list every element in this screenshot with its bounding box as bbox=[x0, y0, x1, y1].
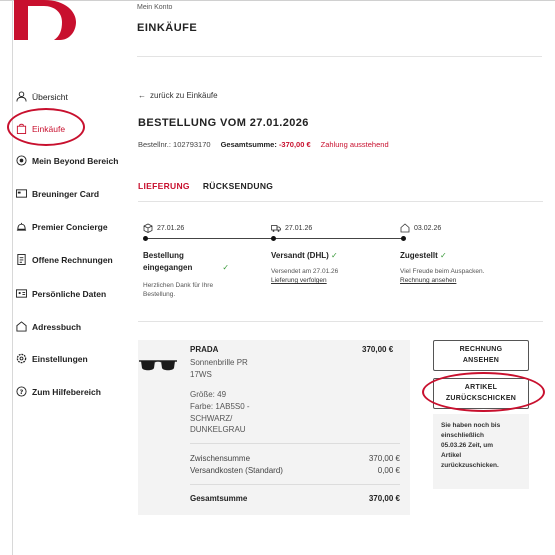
account-label: Mein Konto bbox=[137, 4, 173, 11]
sidebar-item-label: Übersicht bbox=[32, 91, 68, 102]
package-icon bbox=[143, 223, 153, 233]
order-title: BESTELLUNG VOM 27.01.2026 bbox=[138, 117, 309, 129]
svg-text:?: ? bbox=[20, 388, 24, 396]
product-name[interactable]: Sonnenbrille PR 17WS bbox=[190, 357, 280, 380]
sidebar-item-label: Einstellungen bbox=[32, 353, 88, 364]
sidebar-item-card[interactable]: Breuninger Card bbox=[16, 188, 99, 199]
sidebar-item-open-invoices[interactable]: Offene Rechnungen bbox=[16, 254, 113, 265]
annotation-circle-purchases bbox=[7, 108, 85, 146]
card-icon bbox=[16, 189, 27, 198]
order-number: Bestellnr.: 102793170 bbox=[138, 140, 211, 149]
timeline-step-shipped-text: Versendet am 27.01.26 bbox=[271, 268, 339, 275]
sidebar-item-label: Mein Beyond Bereich bbox=[32, 155, 119, 166]
order-meta: Bestellnr.: 102793170 Gesamtsumme: -370,… bbox=[138, 140, 389, 149]
view-invoice-button[interactable]: RECHNUNG ANSEHEN bbox=[433, 340, 529, 371]
sidebar-item-help[interactable]: ? Zum Hilfebereich bbox=[16, 386, 101, 397]
sidebar-item-address-book[interactable]: Adressbuch bbox=[16, 321, 81, 332]
subtotal-row: Zwischensumme 370,00 € bbox=[190, 454, 400, 463]
sidebar-item-label: Offene Rechnungen bbox=[32, 254, 113, 265]
house-icon bbox=[400, 223, 410, 233]
timeline-step-ordered-text: Herzlichen Dank für Ihre Bestellung. bbox=[143, 282, 214, 299]
concierge-icon bbox=[16, 222, 27, 231]
sidebar-item-concierge[interactable]: Premier Concierge bbox=[16, 221, 108, 232]
back-to-purchases-link[interactable]: ← zurück zu Einkäufe bbox=[138, 91, 218, 100]
summary-divider bbox=[190, 443, 400, 444]
truck-icon bbox=[271, 225, 281, 232]
house-icon bbox=[16, 321, 27, 332]
timeline-step-shipped-title: Versandt (DHL) ✓ bbox=[271, 251, 338, 260]
timeline-step-delivered-text: Viel Freude beim Auspacken. bbox=[400, 268, 485, 275]
sidebar-item-label: Zum Hilfebereich bbox=[32, 386, 101, 397]
payment-status: Zahlung ausstehend bbox=[320, 140, 389, 149]
sidebar-item-settings[interactable]: Einstellungen bbox=[16, 353, 88, 364]
tabs-divider bbox=[138, 201, 543, 202]
shipping-row: Versandkosten (Standard) 0,00 € bbox=[190, 466, 400, 475]
sunglasses-product-image[interactable] bbox=[138, 356, 178, 374]
header-divider bbox=[137, 56, 542, 57]
timeline-dot-ordered bbox=[143, 236, 148, 241]
track-delivery-link[interactable]: Lieferung verfolgen bbox=[271, 277, 327, 284]
order-tabs: LIEFERUNG RÜCKSENDUNG bbox=[138, 181, 273, 194]
check-icon: ✓ bbox=[331, 251, 338, 260]
top-border bbox=[0, 0, 555, 1]
gear-icon bbox=[16, 353, 27, 364]
view-invoice-link[interactable]: Rechnung ansehen bbox=[400, 277, 456, 284]
id-card-icon bbox=[16, 289, 27, 298]
timeline-date-delivered: 03.02.26 bbox=[400, 223, 441, 233]
annotation-circle-return bbox=[422, 372, 545, 412]
check-icon: ✓ bbox=[440, 251, 447, 260]
sidebar-item-label: Persönliche Daten bbox=[32, 288, 107, 299]
timeline-step-delivered-title: Zugestellt ✓ bbox=[400, 251, 447, 260]
order-total-value: -370,00 € bbox=[278, 140, 311, 149]
tab-delivery[interactable]: LIEFERUNG bbox=[138, 181, 190, 194]
sidebar-item-overview[interactable]: Übersicht bbox=[16, 91, 68, 102]
left-border bbox=[12, 0, 13, 555]
invoice-icon bbox=[17, 254, 26, 265]
person-icon bbox=[16, 91, 27, 102]
page-title: EINKÄUFE bbox=[137, 22, 198, 34]
total-row: Gesamtsumme 370,00 € bbox=[190, 494, 400, 503]
check-icon: ✓ bbox=[222, 263, 230, 272]
timeline-date-ordered: 27.01.26 bbox=[143, 223, 184, 233]
timeline-dot-delivered bbox=[401, 236, 406, 241]
order-total-label: Gesamtsumme: bbox=[220, 140, 277, 149]
help-icon: ? bbox=[16, 386, 27, 397]
sidebar-item-label: Adressbuch bbox=[32, 321, 82, 332]
sidebar-item-personal-data[interactable]: Persönliche Daten bbox=[16, 288, 106, 299]
sidebar-item-beyond[interactable]: Mein Beyond Bereich bbox=[16, 155, 118, 166]
tab-returns[interactable]: RÜCKSENDUNG bbox=[203, 181, 273, 194]
product-brand[interactable]: PRADA bbox=[190, 345, 218, 354]
timeline-date-shipped: 27.01.26 bbox=[271, 223, 312, 233]
beyond-badge-icon bbox=[16, 155, 27, 166]
timeline-dot-shipped bbox=[271, 236, 276, 241]
arrow-left-icon: ← bbox=[138, 91, 146, 100]
summary-divider bbox=[190, 484, 400, 485]
back-link-label: zurück zu Einkäufe bbox=[150, 91, 218, 100]
timeline-step-ordered-title: Bestellung eingegangen ✓ bbox=[143, 251, 230, 272]
product-color: Farbe: 1AB5S0 - SCHWARZ/ DUNKELGRAU bbox=[190, 402, 250, 435]
sidebar-item-label: Premier Concierge bbox=[32, 221, 108, 232]
section-divider bbox=[138, 321, 543, 322]
return-deadline-note: Sie haben noch bis einschließlich 05.03.… bbox=[433, 414, 529, 489]
product-size: Größe: 49 bbox=[190, 390, 227, 399]
sidebar-item-label: Breuninger Card bbox=[32, 188, 100, 199]
item-price: 370,00 € bbox=[362, 345, 394, 354]
breuninger-logo[interactable] bbox=[14, 0, 76, 40]
